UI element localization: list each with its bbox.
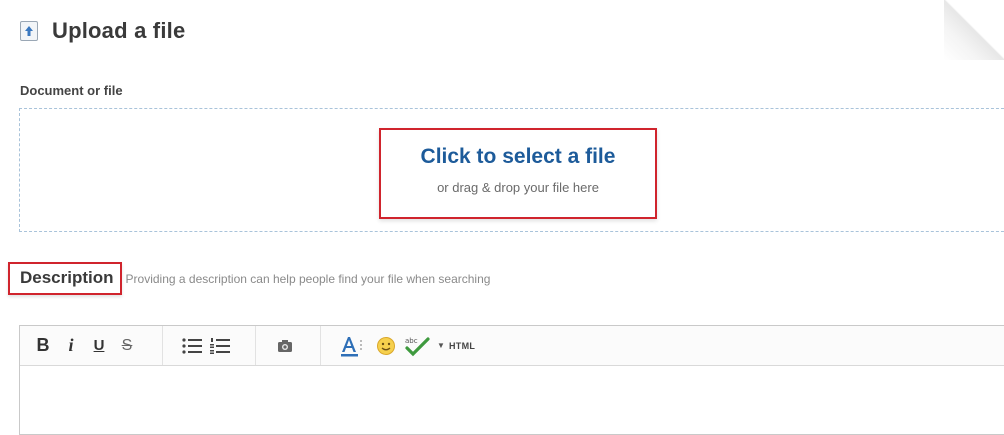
page-title: Upload a file [52,18,186,43]
strikethrough-button[interactable]: S [116,333,138,359]
editor-toolbar: B i U S abc ▼ HTML [20,326,1004,366]
bold-button[interactable]: B [32,333,54,359]
description-text-area[interactable] [20,366,1004,434]
font-color-icon[interactable] [339,333,369,359]
chevron-down-icon[interactable]: ▼ [437,333,445,359]
description-label: Description [8,262,122,295]
extras-group: abc ▼ HTML [321,326,499,365]
spell-check-icon[interactable]: abc [403,333,431,359]
page-header: Upload a file [20,18,185,44]
insert-image-icon[interactable] [274,333,296,359]
svg-text:abc: abc [405,337,418,345]
upload-icon [20,21,38,41]
html-source-button[interactable]: HTML [449,333,475,359]
drop-hint: or drag & drop your file here [437,180,599,195]
list-group [163,326,256,365]
description-hint: Providing a description can help people … [125,271,491,286]
select-file-link[interactable]: Click to select a file [381,145,655,169]
insert-group [256,326,321,365]
select-file-button[interactable]: Click to select a file or drag & drop yo… [379,128,657,219]
bullet-list-icon[interactable] [181,333,203,359]
emoticon-icon[interactable] [375,333,397,359]
numbered-list-icon[interactable] [209,333,231,359]
description-row: Description Providing a description can … [8,262,490,295]
format-group: B i U S [20,326,163,365]
document-field-label: Document or file [20,83,123,98]
page-corner-fold [944,0,1004,60]
description-editor: B i U S abc ▼ HTML [19,325,1004,435]
italic-button[interactable]: i [60,333,82,359]
underline-button[interactable]: U [88,333,110,359]
